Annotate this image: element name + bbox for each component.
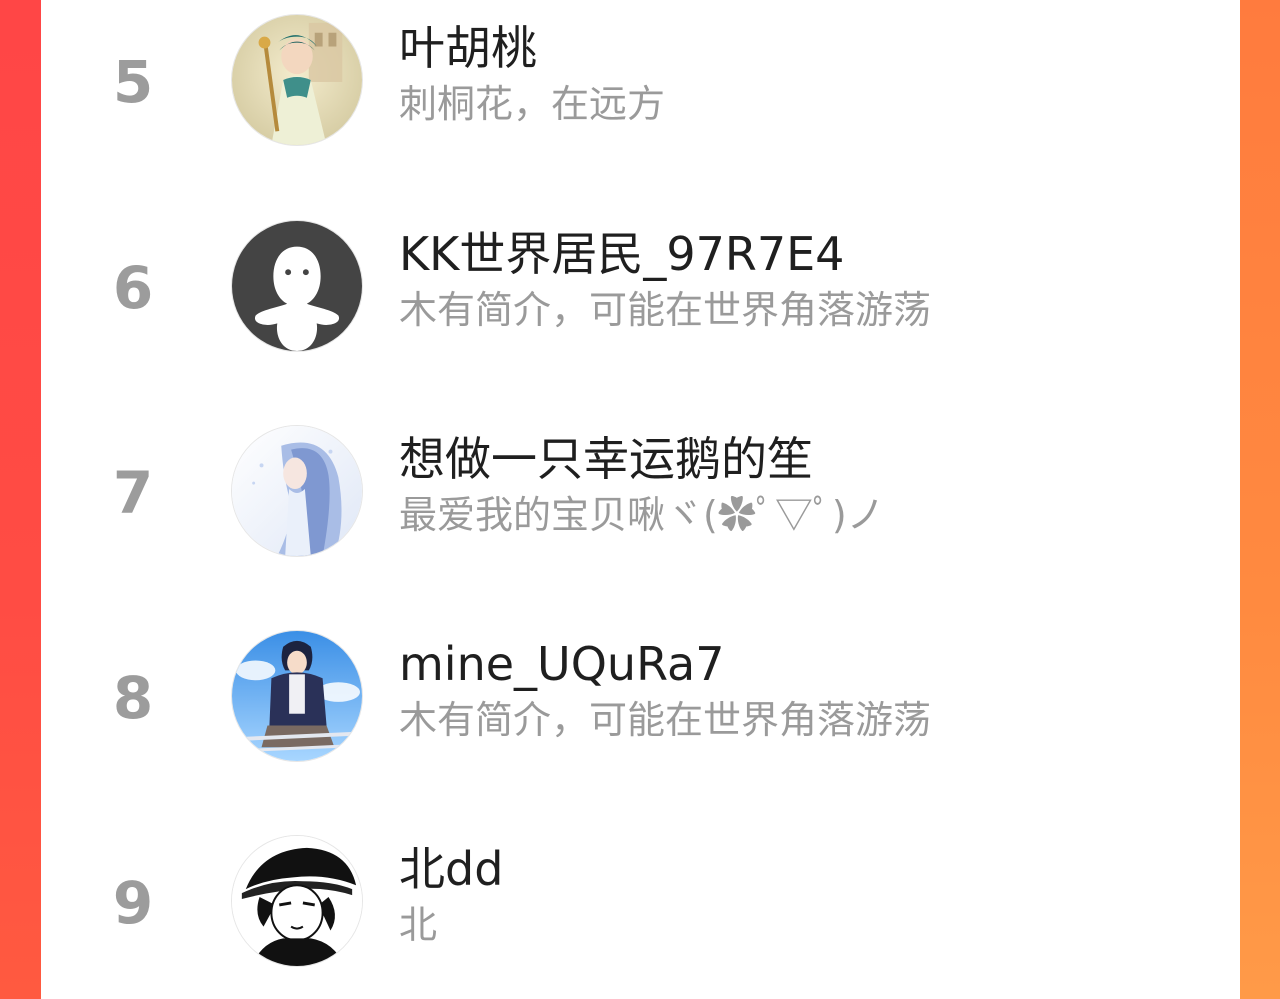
ranking-row[interactable]: 6 KK世界居民_97R7E4 木有简介，可能在世界角落游荡 — [41, 206, 1240, 376]
user-bio: 刺桐花，在远方 — [399, 82, 666, 126]
ranking-row[interactable]: 8 mine_UQuRa7 木有简介，可能在世界角落游荡 — [41, 616, 1240, 786]
user-bio: 北 — [399, 903, 438, 947]
anime-boy-bicycle-avatar-image — [232, 631, 362, 761]
anime-boy-cap-sketch-avatar-image — [232, 836, 362, 966]
ranking-row[interactable]: 5 叶胡桃 刺桐花，在远方 — [41, 0, 1240, 170]
rank-number: 5 — [112, 48, 154, 116]
rank-number: 9 — [112, 869, 154, 937]
user-avatar[interactable] — [231, 630, 363, 762]
rank-number: 6 — [112, 254, 154, 322]
user-avatar[interactable] — [231, 14, 363, 146]
anime-boy-green-hair-avatar-image — [232, 15, 362, 145]
user-bio: 木有简介，可能在世界角落游荡 — [399, 288, 932, 332]
ranking-row[interactable]: 7 想做一只幸运鹅的笙 最爱我的宝贝啾ヾ(✿ﾟ▽ﾟ)ノ — [41, 411, 1240, 581]
user-avatar[interactable] — [231, 425, 363, 557]
ranking-list-panel[interactable]: 5 叶胡桃 刺桐花，在远方 6 KK世界居民_97R7E4 木有简介，可能在世界… — [41, 0, 1240, 999]
user-name[interactable]: 想做一只幸运鹅的笙 — [399, 429, 813, 489]
user-name[interactable]: 叶胡桃 — [399, 18, 537, 78]
user-name[interactable]: KK世界居民_97R7E4 — [399, 224, 844, 284]
user-bio: 木有简介，可能在世界角落游荡 — [399, 698, 932, 742]
user-name[interactable]: mine_UQuRa7 — [399, 634, 724, 694]
default-ghost-avatar-image — [232, 221, 362, 351]
ranking-row[interactable]: 9 北dd 北 — [41, 821, 1240, 991]
user-bio: 最爱我的宝贝啾ヾ(✿ﾟ▽ﾟ)ノ — [399, 493, 885, 537]
background-right-strip — [1240, 0, 1280, 999]
anime-girl-blue-hair-avatar-image — [232, 426, 362, 556]
background-left-strip — [0, 0, 41, 999]
rank-number: 7 — [112, 459, 154, 527]
user-name[interactable]: 北dd — [399, 839, 503, 899]
user-avatar[interactable] — [231, 835, 363, 967]
rank-number: 8 — [112, 664, 154, 732]
user-avatar[interactable] — [231, 220, 363, 352]
